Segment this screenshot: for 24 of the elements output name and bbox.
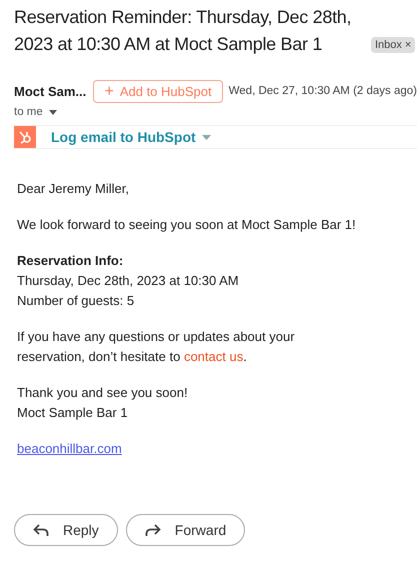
contact-paragraph: If you have any questions or updates about your reservation, don’t hesitate to contact us.	[17, 328, 296, 366]
sender-name: Moct Sam...	[14, 82, 86, 101]
dropdown-caret-icon[interactable]	[48, 110, 57, 116]
closing-line: Thank you and see you soon!	[17, 384, 189, 402]
forward-button[interactable]: Forward	[126, 514, 246, 546]
caret-icon	[202, 134, 211, 140]
website-link[interactable]: beaconhillbar.com	[17, 439, 122, 460]
info-line: Thursday, Dec 28th, 2023 at 10:30 AM	[17, 272, 240, 290]
greeting-text: Dear Jeremy Miller,	[17, 180, 130, 198]
label-text: Inbox	[375, 38, 402, 53]
reply-icon	[33, 523, 49, 538]
reply-button[interactable]: Reply	[14, 514, 118, 546]
info-heading: Reservation Info:	[17, 252, 124, 270]
log-email-dropdown[interactable]: Log email to HubSpot	[51, 126, 211, 148]
hubspot-logo-icon	[14, 126, 36, 148]
email-date: Wed, Dec 27, 10:30 AM (2 days ago)	[228, 84, 417, 99]
remove-label-button[interactable]: ×	[404, 37, 412, 53]
forward-icon	[144, 523, 161, 538]
closing-line: Moct Sample Bar 1	[17, 404, 129, 422]
email-subject: Reservation Reminder: Thursday, Dec 28th, 2023 at 10:30 AM at Moct Sample Bar 1	[14, 6, 352, 56]
intro-text: We look forward to seeing you soon at Moct Sample Bar 1!	[17, 216, 357, 234]
info-line: Number of guests: 5	[17, 292, 136, 310]
recipient-text: to me	[14, 105, 43, 120]
contact-link[interactable]: contact us	[184, 349, 244, 364]
